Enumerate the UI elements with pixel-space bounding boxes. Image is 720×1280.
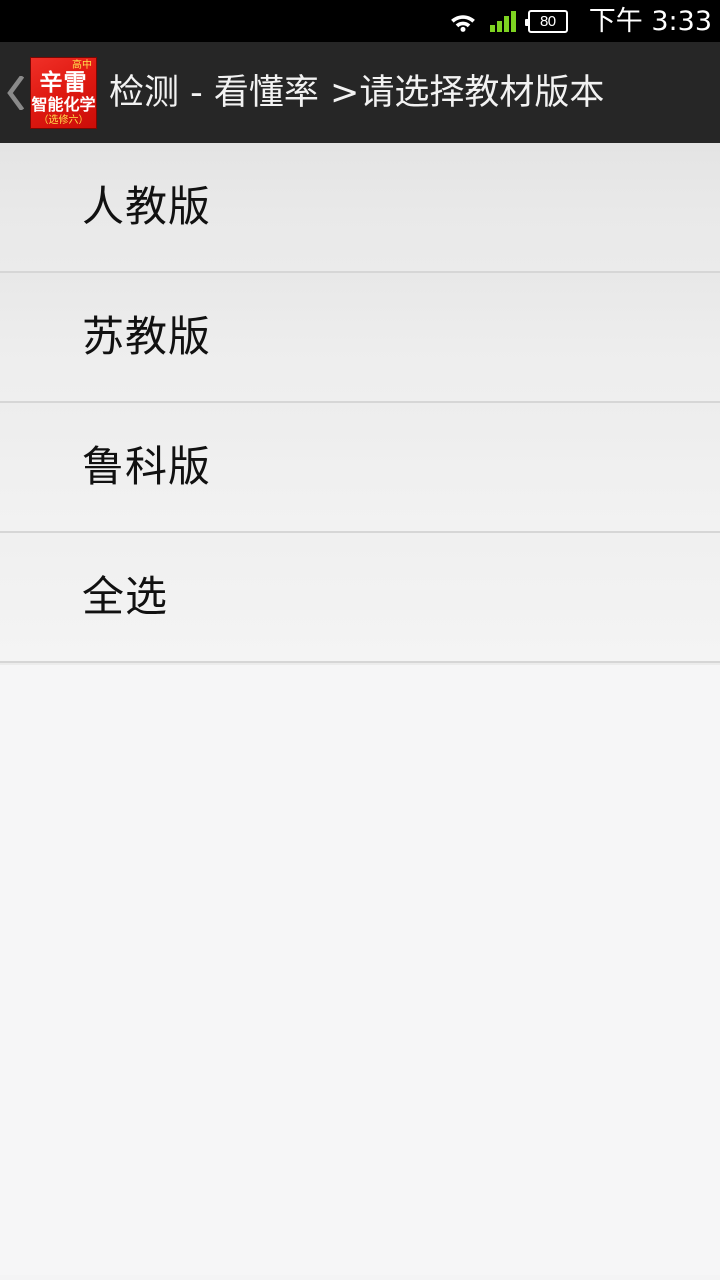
app-logo: 高中 辛雷 智能化学 （选修六） <box>30 56 97 129</box>
app-logo-main-text: 辛雷 <box>39 69 88 96</box>
battery-level-label: 80 <box>539 12 556 30</box>
status-bar-icons: 80 下午 3:33 <box>448 8 712 35</box>
back-button[interactable] <box>0 42 30 143</box>
textbook-version-list: 人教版 苏教版 鲁科版 全选 <box>0 143 720 1275</box>
app-logo-sub-text: 智能化学 <box>31 94 96 114</box>
list-item-label: 鲁科版 <box>82 442 212 491</box>
chevron-left-icon <box>6 75 24 110</box>
list-item-label: 苏教版 <box>82 312 212 361</box>
list-item-select-all[interactable]: 全选 <box>0 533 720 665</box>
cellular-signal-icon <box>489 9 517 33</box>
battery-icon: 80 <box>524 9 568 33</box>
list-item-sujiao[interactable]: 苏教版 <box>0 273 720 405</box>
status-bar: 80 下午 3:33 <box>0 0 720 42</box>
list-item-label: 全选 <box>82 572 169 621</box>
list-item-label: 人教版 <box>82 182 212 231</box>
list-empty-area <box>0 663 720 1275</box>
status-bar-clock: 下午 3:33 <box>588 5 712 37</box>
page-title: 检测 - 看懂率 >请选择教材版本 <box>109 72 605 113</box>
list-item-luke[interactable]: 鲁科版 <box>0 403 720 535</box>
app-logo-note-text: （选修六） <box>38 114 89 126</box>
action-bar: 高中 辛雷 智能化学 （选修六） 检测 - 看懂率 >请选择教材版本 <box>0 42 720 143</box>
app-logo-top-text: 高中 <box>72 59 92 71</box>
list-item-renjiao[interactable]: 人教版 <box>0 143 720 275</box>
wifi-icon <box>448 9 478 33</box>
